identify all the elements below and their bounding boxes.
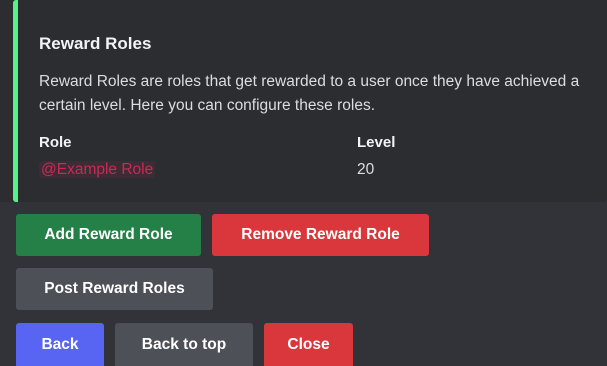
post-reward-roles-button[interactable]: Post Reward Roles	[16, 268, 213, 310]
add-reward-role-button[interactable]: Add Reward Role	[16, 214, 201, 256]
field-value-level: 20	[357, 161, 375, 178]
close-button[interactable]: Close	[264, 323, 353, 366]
reward-roles-embed: Reward Roles Reward Roles are roles that…	[0, 0, 607, 202]
remove-reward-role-button[interactable]: Remove Reward Role	[212, 214, 429, 256]
field-name-role: Role	[39, 134, 72, 151]
embed-title: Reward Roles	[39, 34, 152, 53]
field-name-level: Level	[357, 134, 396, 151]
back-to-top-button[interactable]: Back to top	[115, 323, 253, 366]
embed-description: Reward Roles are roles that get rewarded…	[39, 73, 580, 114]
back-button[interactable]: Back	[16, 323, 104, 366]
role-mention[interactable]: @Example Role	[39, 161, 156, 178]
field-value-role: @Example Role	[39, 161, 156, 179]
embed-accent-bar	[13, 0, 18, 202]
